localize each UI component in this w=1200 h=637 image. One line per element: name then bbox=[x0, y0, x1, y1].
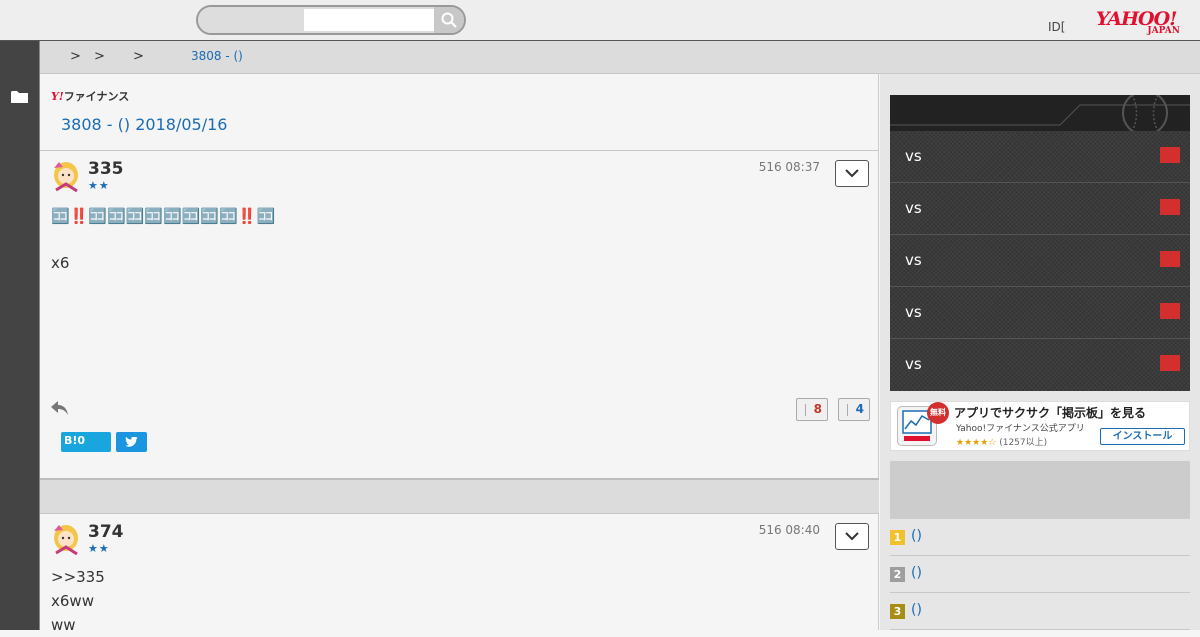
rank-number: 2 bbox=[890, 567, 905, 582]
live-indicator bbox=[1160, 355, 1180, 371]
game-matchup: vs bbox=[905, 147, 922, 165]
post-line: 🈁‼️🈁🈁🈁🈁🈁🈁🈁🈁‼️🈁 bbox=[51, 207, 276, 225]
brand-y-mark: Y! bbox=[51, 90, 64, 103]
chevron-down-icon bbox=[845, 532, 859, 541]
folder-icon[interactable] bbox=[11, 89, 28, 108]
post-line bbox=[51, 228, 275, 251]
breadcrumb: > > > 3808 - () bbox=[40, 41, 1200, 74]
search-category-select[interactable] bbox=[198, 7, 304, 33]
dislike-count: 4 bbox=[855, 402, 864, 416]
like-count: 8 bbox=[813, 402, 822, 416]
baseball-scoreboard: vs vs vs vs vs bbox=[890, 90, 1190, 391]
install-button[interactable]: インストール bbox=[1100, 428, 1185, 445]
search-icon bbox=[441, 12, 457, 28]
login-link[interactable]: ID[ bbox=[1048, 20, 1065, 34]
thread-title[interactable]: 3808 - () 2018/05/16 bbox=[61, 115, 227, 134]
hatena-bookmark-button[interactable]: B!0 bbox=[61, 432, 111, 452]
post-menu-button[interactable] bbox=[835, 160, 869, 187]
rank-number: 1 bbox=[890, 530, 905, 545]
post-separator-bar bbox=[40, 478, 879, 514]
like-button[interactable]: 8 bbox=[796, 398, 828, 421]
game-row[interactable]: vs bbox=[890, 339, 1190, 391]
post-number[interactable]: 374 bbox=[88, 522, 124, 542]
game-matchup: vs bbox=[905, 199, 922, 217]
game-row[interactable]: vs bbox=[890, 183, 1190, 235]
search-input[interactable] bbox=[304, 9, 434, 31]
avatar[interactable] bbox=[51, 160, 83, 194]
user-rating-stars: ★★ bbox=[88, 179, 110, 192]
divider bbox=[40, 150, 879, 151]
search-box bbox=[196, 5, 466, 35]
baseball-icon bbox=[890, 90, 1190, 136]
search-button[interactable] bbox=[434, 7, 464, 33]
ranking-item[interactable]: 2 () bbox=[890, 556, 1190, 593]
ranking-item[interactable]: 3 () bbox=[890, 593, 1190, 630]
game-matchup: vs bbox=[905, 303, 922, 321]
app-rating-count: (1257以上) bbox=[999, 438, 1048, 448]
avatar[interactable] bbox=[51, 523, 83, 557]
breadcrumb-separator: > bbox=[133, 49, 144, 64]
scoreboard-header bbox=[890, 90, 1190, 136]
post-body: >>335 x6ww ww bbox=[51, 565, 105, 637]
post-line: ww bbox=[51, 616, 76, 634]
post-line: x6 bbox=[51, 254, 70, 272]
breadcrumb-separator: > bbox=[94, 49, 105, 64]
top-bar: ID[ YAHOO! JAPAN bbox=[0, 0, 1200, 41]
tweet-button[interactable] bbox=[116, 432, 147, 452]
ranking-link[interactable]: () bbox=[911, 565, 922, 581]
game-row[interactable]: vs bbox=[890, 235, 1190, 287]
finance-brand: Y!ファイナンス bbox=[51, 88, 129, 104]
user-rating-stars: ★★ bbox=[88, 542, 110, 555]
post-body: 🈁‼️🈁🈁🈁🈁🈁🈁🈁🈁‼️🈁 x6 bbox=[51, 204, 275, 275]
breadcrumb-separator: > bbox=[70, 49, 81, 64]
rank-number: 3 bbox=[890, 604, 905, 619]
live-indicator bbox=[1160, 199, 1180, 215]
reply-icon[interactable] bbox=[51, 401, 69, 420]
vote-divider bbox=[805, 404, 806, 416]
ranking-link[interactable]: () bbox=[911, 602, 922, 618]
left-rail bbox=[0, 41, 40, 630]
post-number[interactable]: 335 bbox=[88, 159, 124, 179]
game-matchup: vs bbox=[905, 355, 922, 373]
post-line: x6ww bbox=[51, 592, 94, 610]
post-menu-button[interactable] bbox=[835, 523, 869, 550]
game-row[interactable]: vs bbox=[890, 287, 1190, 339]
yahoo-japan-logo[interactable]: YAHOO! JAPAN bbox=[1096, 8, 1188, 38]
breadcrumb-current[interactable]: 3808 - () bbox=[191, 49, 243, 63]
post-timestamp: 516 08:37 bbox=[758, 160, 820, 174]
main-content: Y!ファイナンス 3808 - () 2018/05/16 335 ★★ 516… bbox=[40, 74, 879, 634]
app-rating-stars: ★★★★☆ bbox=[956, 438, 997, 448]
ranking-item[interactable]: 1 () bbox=[890, 519, 1190, 556]
live-indicator bbox=[1160, 303, 1180, 319]
live-indicator bbox=[1160, 251, 1180, 267]
game-matchup: vs bbox=[905, 251, 922, 269]
chevron-down-icon bbox=[845, 169, 859, 178]
ranking-link[interactable]: () bbox=[911, 528, 922, 544]
sidebar: vs vs vs vs vs 無料 アプリでサクサク「掲示板」を見る Yahoo… bbox=[880, 74, 1200, 630]
post-timestamp: 516 08:40 bbox=[758, 523, 820, 537]
live-indicator bbox=[1160, 147, 1180, 163]
free-badge: 無料 bbox=[927, 402, 949, 424]
ranking-header bbox=[890, 461, 1190, 519]
twitter-icon bbox=[125, 436, 138, 447]
dislike-button[interactable]: 4 bbox=[838, 398, 870, 421]
app-promo-banner[interactable]: 無料 アプリでサクサク「掲示板」を見る Yahoo!ファイナンス公式アプリ ★★… bbox=[890, 401, 1190, 451]
vote-divider bbox=[847, 404, 848, 416]
brand-text: ファイナンス bbox=[63, 90, 130, 103]
app-rating: ★★★★☆ (1257以上) bbox=[956, 435, 1047, 448]
app-banner-title: アプリでサクサク「掲示板」を見る bbox=[954, 406, 1147, 420]
post-line: >>335 bbox=[51, 568, 105, 586]
game-row[interactable]: vs bbox=[890, 131, 1190, 183]
app-banner-subtitle: Yahoo!ファイナンス公式アプリ bbox=[956, 424, 1085, 434]
logo-sub-text: JAPAN bbox=[1147, 26, 1180, 36]
